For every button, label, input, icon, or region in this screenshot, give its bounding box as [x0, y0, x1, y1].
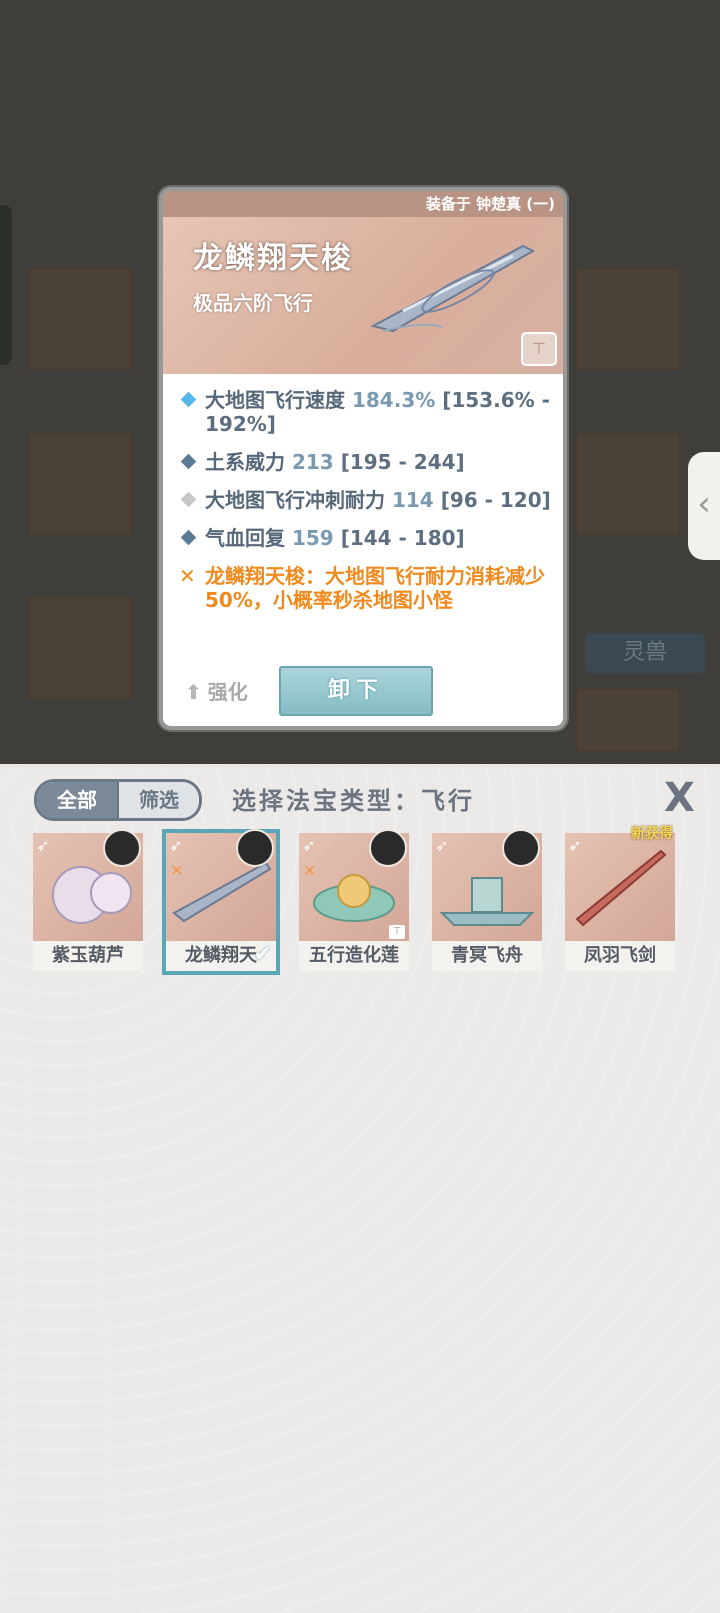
background-slot: [576, 433, 680, 535]
artifact-name: 紫玉葫芦: [33, 941, 143, 971]
artifact-name: 青冥飞舟: [432, 941, 542, 971]
special-effect-icon: ✕: [303, 861, 317, 880]
avatar: [236, 829, 274, 867]
artifact-name: 凤羽飞剑: [565, 941, 675, 971]
stat-range: [144 - 180]: [340, 526, 465, 550]
special-effect: ✕ 龙鳞翔天梭：大地图飞行耐力消耗减少50%，小概率秒杀地图小怪: [179, 564, 553, 612]
diamond-icon: [180, 453, 197, 470]
flying-shuttle-artwork: [370, 244, 536, 333]
stat-row: 土系威力 213 [195 - 244]: [179, 450, 553, 474]
item-title: 龙鳞翔天梭: [193, 241, 353, 276]
stat-value: 184.3%: [351, 388, 436, 412]
diamond-icon: [180, 491, 197, 508]
lock-icon: ⊤: [389, 925, 405, 939]
wing-icon: ➶: [169, 836, 183, 855]
wing-icon: ➶: [435, 836, 449, 855]
panel-title: 选择法宝类型：飞行: [232, 787, 475, 815]
tab-filter[interactable]: 筛选: [117, 782, 199, 818]
card-footer: ⬆ 强化 卸下: [163, 656, 563, 726]
stat-value: 213: [291, 450, 334, 474]
special-effect-icon: ✕: [170, 861, 184, 880]
background-slot: [576, 688, 680, 752]
background-slot: [28, 597, 132, 699]
artifact-name: 五行造化莲: [299, 941, 409, 971]
lock-icon: ⊤: [532, 339, 546, 358]
wing-icon: ➶: [568, 836, 582, 855]
artifact-item[interactable]: ➶ 青冥飞舟: [432, 829, 542, 971]
enhance-label: 强化: [207, 680, 248, 704]
diamond-icon: [180, 391, 197, 408]
stat-name: 气血回复: [205, 526, 285, 550]
check-icon: ✔: [253, 942, 272, 967]
close-button[interactable]: X: [664, 775, 695, 821]
stat-value: 114: [391, 488, 434, 512]
artifact-item[interactable]: ➶ 紫玉葫芦: [33, 829, 143, 971]
pet-tab-label: 灵兽: [585, 633, 705, 673]
artifact-item[interactable]: ➶ ✕ ⊤ 五行造化莲: [299, 829, 409, 971]
background-slot: [28, 433, 132, 535]
stat-row: 大地图飞行冲刺耐力 114 [96 - 120]: [179, 488, 553, 512]
stat-name: 大地图飞行冲刺耐力: [205, 488, 385, 512]
left-side-tab[interactable]: [0, 205, 12, 365]
artifact-select-panel: 全部 筛选 选择法宝类型：飞行 X ➶ 紫玉葫芦 ➶ ✕ 龙鳞翔天 ✔ ➶ ✕ …: [0, 764, 720, 1613]
diamond-icon: [180, 529, 197, 546]
equipped-by-label: 装备于 钟楚真 (一): [163, 191, 563, 217]
artifact-item[interactable]: ➶ 新获得 凤羽飞剑: [565, 826, 675, 971]
unequip-button[interactable]: 卸下: [279, 666, 433, 716]
avatar: [369, 829, 407, 867]
chevron-left-icon: ‹: [697, 484, 711, 524]
filter-toggle: 全部 筛选: [34, 779, 202, 821]
expand-handle[interactable]: ‹: [688, 452, 720, 560]
stat-range: [195 - 244]: [340, 450, 465, 474]
enhance-button[interactable]: ⬆ 强化: [185, 676, 248, 705]
stat-row: 大地图飞行速度 184.3% [153.6% - 192%]: [179, 388, 553, 436]
up-arrow-icon: ⬆: [185, 680, 202, 704]
new-badge: 新获得: [631, 826, 673, 842]
special-effect-icon: ✕: [179, 564, 196, 588]
avatar: [103, 829, 141, 867]
stat-value: 159: [291, 526, 334, 550]
stat-row: 气血回复 159 [144 - 180]: [179, 526, 553, 550]
tab-all[interactable]: 全部: [37, 782, 117, 818]
special-effect-text: 龙鳞翔天梭：大地图飞行耐力消耗减少50%，小概率秒杀地图小怪: [205, 564, 545, 612]
stats-list: 大地图飞行速度 184.3% [153.6% - 192%] 土系威力 213 …: [163, 374, 563, 612]
stat-range: [96 - 120]: [440, 488, 551, 512]
background-slot: [576, 268, 680, 370]
stat-name: 土系威力: [205, 450, 285, 474]
card-header: 装备于 钟楚真 (一) 龙鳞翔天梭 极品六阶飞行 ⊤: [163, 191, 563, 374]
wing-icon: ➶: [302, 836, 316, 855]
lock-button[interactable]: ⊤: [521, 332, 557, 366]
item-detail-card: 装备于 钟楚真 (一) 龙鳞翔天梭 极品六阶飞行 ⊤ 大地图飞行速度 184.3…: [159, 187, 567, 730]
wing-icon: ➶: [36, 836, 50, 855]
artifact-item[interactable]: ➶ ✕ 龙鳞翔天 ✔: [162, 829, 280, 975]
stat-name: 大地图飞行速度: [205, 388, 345, 412]
item-grade: 极品六阶飞行: [193, 291, 313, 315]
background-slot: [28, 268, 132, 370]
avatar: [502, 829, 540, 867]
